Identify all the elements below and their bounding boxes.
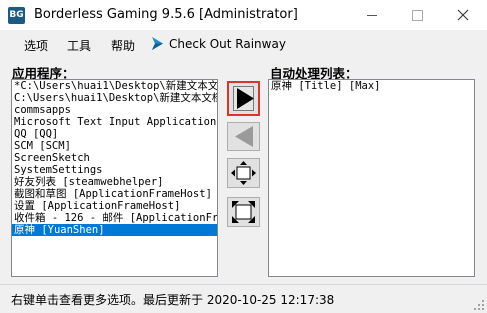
list-item[interactable]: 收件箱 - 126 - 邮件 [ApplicationFr: [12, 212, 217, 224]
list-item[interactable]: ScreenSketch: [12, 152, 217, 164]
menu-options[interactable]: 选项: [24, 37, 48, 54]
menu-help[interactable]: 帮助: [111, 37, 135, 54]
status-bar: 右键单击查看更多选项。最后更新于 2020-10-25 12:17:38: [0, 284, 487, 313]
rainway-icon: [152, 37, 163, 50]
remove-from-list-button[interactable]: [227, 122, 260, 151]
menu-tools[interactable]: 工具: [67, 37, 91, 54]
list-item[interactable]: C:\Users\huai1\Desktop\新建文本文档: [12, 92, 217, 104]
resize-grip-icon[interactable]: [474, 300, 484, 310]
list-item[interactable]: QQ [QQ]: [12, 128, 217, 140]
add-to-list-button[interactable]: [227, 81, 260, 116]
menu-rainway[interactable]: Check Out Rainway: [150, 36, 286, 51]
app-window: BG Borderless Gaming 9.5.6 [Administrato…: [0, 0, 487, 313]
expand-arrows-icon: [231, 161, 256, 185]
list-item[interactable]: 设置 [ApplicationFrameHost]: [12, 200, 217, 212]
window-title: Borderless Gaming 9.5.6 [Administrator]: [34, 7, 298, 22]
list-item[interactable]: Microsoft Text Input Application [: [12, 116, 217, 128]
restore-window-button[interactable]: [227, 197, 260, 227]
list-item[interactable]: 好友列表 [steamwebhelper]: [12, 176, 217, 188]
arrow-left-icon: [235, 126, 253, 147]
auto-process-list[interactable]: 原神 [Title] [Max]: [268, 79, 475, 277]
status-text: 右键单击查看更多选项。最后更新于 2020-10-25 12:17:38: [11, 293, 335, 307]
list-item[interactable]: *C:\Users\huai1\Desktop\新建文本文: [12, 80, 217, 92]
minimize-button[interactable]: [349, 0, 395, 30]
title-bar[interactable]: BG Borderless Gaming 9.5.6 [Administrato…: [0, 0, 487, 30]
maximize-button[interactable]: [394, 0, 440, 30]
app-logo-icon: BG: [8, 7, 25, 24]
applications-list[interactable]: *C:\Users\huai1\Desktop\新建文本文 C:\Users\hu…: [11, 79, 218, 277]
play-right-icon: [237, 88, 254, 109]
shrink-arrows-icon: [232, 201, 255, 223]
close-icon: [457, 9, 469, 21]
close-button[interactable]: [440, 0, 486, 30]
list-item[interactable]: SystemSettings: [12, 164, 217, 176]
list-item[interactable]: 原神 [Title] [Max]: [269, 80, 474, 92]
menu-bar: 选项 工具 帮助 Check Out Rainway: [0, 33, 487, 55]
list-item[interactable]: SCM [SCM]: [12, 140, 217, 152]
rainway-label: Check Out Rainway: [169, 37, 286, 51]
list-item[interactable]: commsapps: [12, 104, 217, 116]
list-item[interactable]: 截图和草图 [ApplicationFrameHost]: [12, 188, 217, 200]
list-item[interactable]: 原神 [YuanShen]: [12, 224, 217, 236]
make-borderless-button[interactable]: [227, 158, 260, 188]
